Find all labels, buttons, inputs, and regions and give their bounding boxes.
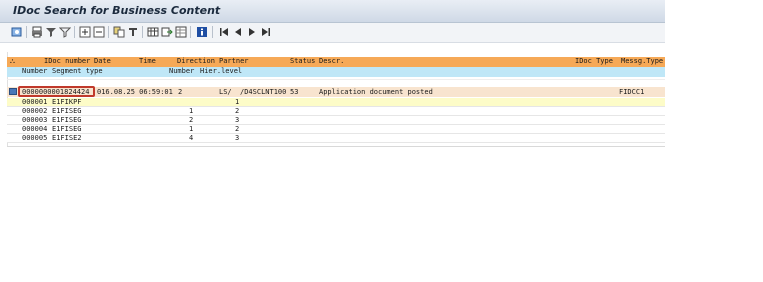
- last-page-icon[interactable]: [260, 26, 272, 38]
- export-icon[interactable]: [161, 26, 173, 38]
- idoc-partner-type: LS/: [219, 88, 232, 96]
- col-time[interactable]: Time: [139, 57, 156, 66]
- segment-type[interactable]: E1FISEG: [52, 125, 82, 134]
- info-icon[interactable]: [196, 26, 208, 38]
- segment-type[interactable]: E1FIKPF: [52, 98, 82, 107]
- segment-number: 000005: [22, 134, 48, 142]
- toolbar-separator: [26, 26, 27, 38]
- col-segment-type[interactable]: Segment type: [52, 67, 103, 76]
- toolbar-separator: [212, 26, 213, 38]
- segment-level: 2: [235, 107, 240, 115]
- idoc-type: FIDCC1: [619, 88, 645, 96]
- filter-alt-icon[interactable]: [59, 26, 71, 38]
- title-bar: IDoc Search for Business Content: [0, 0, 665, 23]
- segment-row[interactable]: [7, 134, 665, 143]
- col-status[interactable]: Status: [290, 57, 315, 66]
- segment-row[interactable]: [7, 116, 665, 125]
- segment-level: 3: [235, 134, 240, 142]
- collapse-icon[interactable]: [93, 26, 105, 38]
- col-partner[interactable]: Partner: [219, 57, 249, 66]
- idoc-direction: 2: [178, 88, 183, 96]
- idoc-partner: /D4SCLNT100: [240, 88, 287, 96]
- segment-num: 4: [189, 134, 194, 142]
- col-descr[interactable]: Descr.: [319, 57, 344, 66]
- segment-level: 1: [235, 98, 240, 106]
- col-number[interactable]: Number: [22, 67, 47, 76]
- segment-num: 1: [189, 107, 194, 115]
- idoc-date-time: 016.08.25 06:59:01: [97, 88, 173, 96]
- idoc-status: 53: [290, 88, 299, 96]
- next-page-icon[interactable]: [246, 26, 258, 38]
- filter-icon[interactable]: [45, 26, 57, 38]
- segment-level: 2: [235, 125, 240, 133]
- expand-icon[interactable]: [79, 26, 91, 38]
- col-date[interactable]: Date: [94, 57, 111, 66]
- segment-number: 000003: [22, 116, 48, 124]
- segment-number: 000001: [22, 98, 48, 106]
- refresh-icon[interactable]: [11, 26, 23, 38]
- segment-number: 000004: [22, 125, 48, 133]
- col-direction[interactable]: Direction: [177, 57, 215, 66]
- tree-icon[interactable]: ⛬: [10, 57, 15, 66]
- segment-num: 2: [189, 116, 194, 124]
- segment-row[interactable]: [7, 125, 665, 134]
- highlight-box: [18, 86, 95, 97]
- spreadsheet-icon[interactable]: [175, 26, 187, 38]
- col-number-2[interactable]: Number: [169, 67, 194, 76]
- window-title: IDoc Search for Business Content: [13, 4, 221, 17]
- divider: [7, 146, 665, 147]
- toolbar-separator: [190, 26, 191, 38]
- col-idoc-number[interactable]: IDoc number: [44, 57, 90, 66]
- toolbar-separator: [142, 26, 143, 38]
- prev-page-icon[interactable]: [232, 26, 244, 38]
- segment-level: 3: [235, 116, 240, 124]
- toolbar: [0, 23, 665, 43]
- sort-icon[interactable]: [127, 26, 139, 38]
- first-page-icon[interactable]: [218, 26, 230, 38]
- col-mesg-type[interactable]: Messg.Type: [621, 57, 663, 66]
- idoc-descr: Application document posted: [319, 88, 433, 96]
- divider: [7, 79, 665, 80]
- col-idoc-type[interactable]: IDoc Type: [575, 57, 613, 66]
- print-icon[interactable]: [31, 26, 43, 38]
- segment-type[interactable]: E1FISE2: [52, 134, 82, 143]
- segment-num: 1: [189, 125, 194, 133]
- segment-number: 000002: [22, 107, 48, 115]
- segment-row[interactable]: [7, 107, 665, 116]
- col-hier-level[interactable]: Hier.level: [200, 67, 242, 76]
- layout-icon[interactable]: [147, 26, 159, 38]
- segment-type[interactable]: E1FISEG: [52, 116, 82, 125]
- toolbar-separator: [74, 26, 75, 38]
- segment-row[interactable]: [7, 98, 665, 107]
- idoc-document-icon[interactable]: [9, 88, 17, 95]
- segment-header-row: [7, 67, 665, 77]
- toolbar-separator: [108, 26, 109, 38]
- segment-type[interactable]: E1FISEG: [52, 107, 82, 116]
- copy-icon[interactable]: [113, 26, 125, 38]
